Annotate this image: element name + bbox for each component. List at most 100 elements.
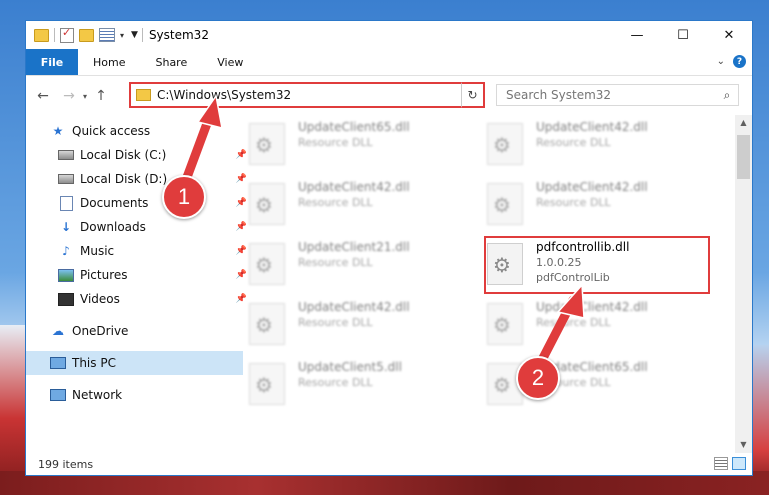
sidebar-item-downloads[interactable]: ↓ Downloads 📌 xyxy=(26,215,251,239)
sidebar-item-music[interactable]: ♪ Music 📌 xyxy=(26,239,251,263)
close-button[interactable]: ✕ xyxy=(706,21,752,49)
sidebar-item-label: Local Disk (C:) xyxy=(80,148,167,162)
ribbon-right: ⌄ ? xyxy=(717,55,746,68)
details-view-icon[interactable] xyxy=(714,457,728,470)
file-list: UpdateClient65.dll Resource DLL UpdateCli… xyxy=(219,115,752,453)
cloud-icon: ☁ xyxy=(52,324,64,338)
expand-ribbon-icon[interactable]: ⌄ xyxy=(717,56,725,67)
address-bar[interactable]: C:\Windows\System32 ⌄ xyxy=(129,82,484,108)
tab-home[interactable]: Home xyxy=(78,49,140,75)
tab-file[interactable]: File xyxy=(26,49,78,75)
tab-view[interactable]: View xyxy=(202,49,258,75)
callout-badge-2: 2 xyxy=(516,356,560,400)
chevron-down-icon[interactable]: ▾ xyxy=(120,31,124,40)
disk-icon xyxy=(58,172,74,186)
folder-icon xyxy=(136,89,151,101)
scroll-down-icon[interactable]: ▼ xyxy=(735,437,752,453)
recent-locations-icon[interactable]: ▾ xyxy=(78,92,92,101)
sidebar-item-this-pc[interactable]: This PC xyxy=(26,351,243,375)
file-name: UpdateClient42.dll xyxy=(298,180,410,194)
sidebar-item-videos[interactable]: Videos 📌 xyxy=(26,287,251,311)
up-button[interactable]: ↑ xyxy=(92,88,110,104)
tiles-view-icon[interactable] xyxy=(732,457,746,470)
file-item[interactable]: UpdateClient42.dll Resource DLL xyxy=(249,299,449,351)
dll-file-icon xyxy=(249,183,285,225)
address-path[interactable]: C:\Windows\System32 xyxy=(157,88,464,102)
file-item[interactable]: UpdateClient42.dll Resource DLL xyxy=(249,179,449,231)
file-description: Resource DLL xyxy=(536,196,611,209)
dll-file-icon xyxy=(487,303,523,345)
ribbon-tabs: File Home Share View ⌄ ? xyxy=(26,49,752,76)
sidebar-item-local-disk-c[interactable]: Local Disk (C:) 📌 xyxy=(26,143,251,167)
help-icon[interactable]: ? xyxy=(733,55,746,68)
address-row: ← → ▾ ↑ C:\Windows\System32 ⌄ ↻ ⌕ xyxy=(26,76,752,116)
forward-button[interactable]: → xyxy=(60,88,78,104)
scroll-up-icon[interactable]: ▲ xyxy=(735,115,752,131)
file-item[interactable]: UpdateClient42.dll Resource DLL xyxy=(487,179,687,231)
search-box[interactable]: ⌕ xyxy=(496,84,739,106)
quick-access-toolbar: ▾ ▼ xyxy=(26,26,138,43)
sidebar-item-label: Downloads xyxy=(80,220,146,234)
dll-file-icon xyxy=(249,363,285,405)
dll-file-icon xyxy=(487,183,523,225)
sidebar-item-quick-access[interactable]: ★ Quick access xyxy=(26,119,243,143)
properties-icon[interactable] xyxy=(99,28,115,42)
pc-icon xyxy=(50,356,66,370)
file-item[interactable]: UpdateClient65.dll Resource DLL xyxy=(249,119,449,171)
file-name: UpdateClient42.dll xyxy=(536,120,648,134)
content-area: ★ Quick access Local Disk (C:) 📌 Local D… xyxy=(26,115,752,453)
vertical-scrollbar[interactable]: ▲ ▼ xyxy=(735,115,752,453)
properties-check-icon[interactable] xyxy=(60,26,74,43)
window-title: System32 xyxy=(148,28,209,42)
refresh-button[interactable]: ↻ xyxy=(461,82,485,108)
file-description: Resource DLL xyxy=(536,316,611,329)
folder-icon[interactable] xyxy=(34,28,49,42)
sidebar-item-label: Documents xyxy=(80,196,149,210)
sidebar-item-label: OneDrive xyxy=(72,324,129,338)
window-controls: — ☐ ✕ xyxy=(614,21,752,49)
file-highlight-box xyxy=(484,236,710,294)
tab-share[interactable]: Share xyxy=(140,49,202,75)
callout-badge-1: 1 xyxy=(162,175,206,219)
file-item[interactable]: UpdateClient42.dll Resource DLL xyxy=(487,119,687,171)
navigation-pane: ★ Quick access Local Disk (C:) 📌 Local D… xyxy=(26,115,247,453)
scrollbar-thumb[interactable] xyxy=(737,135,750,179)
file-description: Resource DLL xyxy=(298,256,373,269)
documents-icon xyxy=(58,195,74,211)
file-item[interactable]: UpdateClient42.dll Resource DLL xyxy=(487,299,687,351)
search-input[interactable] xyxy=(506,88,716,102)
sidebar-item-label: Videos xyxy=(80,292,120,306)
downloads-icon: ↓ xyxy=(60,220,72,234)
sidebar-item-onedrive[interactable]: ☁ OneDrive xyxy=(26,319,243,343)
status-bar: 199 items xyxy=(26,453,752,475)
dll-file-icon xyxy=(249,303,285,345)
sidebar-item-documents[interactable]: Documents 📌 xyxy=(26,191,251,215)
minimize-button[interactable]: — xyxy=(614,21,660,49)
back-button[interactable]: ← xyxy=(34,88,52,104)
disk-icon xyxy=(58,148,74,162)
file-description: Resource DLL xyxy=(536,136,611,149)
search-icon[interactable]: ⌕ xyxy=(716,88,738,103)
file-description: Resource DLL xyxy=(298,316,373,329)
file-name: UpdateClient65.dll xyxy=(298,120,410,134)
file-description: Resource DLL xyxy=(298,376,373,389)
title-bar: ▾ ▼ System32 — ☐ ✕ xyxy=(26,21,752,49)
sidebar-item-label: Local Disk (D:) xyxy=(80,172,168,186)
file-item[interactable]: UpdateClient21.dll Resource DLL xyxy=(249,239,449,291)
sidebar-item-network[interactable]: Network xyxy=(26,383,243,407)
file-name: UpdateClient5.dll xyxy=(298,360,402,374)
dll-file-icon xyxy=(249,243,285,285)
star-icon: ★ xyxy=(52,124,64,138)
dll-file-icon xyxy=(487,123,523,165)
new-folder-icon[interactable] xyxy=(79,28,94,42)
divider xyxy=(54,28,55,42)
sidebar-item-pictures[interactable]: Pictures 📌 xyxy=(26,263,251,287)
customize-toolbar-icon[interactable]: ▼ xyxy=(131,30,138,40)
pictures-icon xyxy=(58,268,74,282)
file-description: Resource DLL xyxy=(298,136,373,149)
file-name: UpdateClient42.dll xyxy=(536,180,648,194)
file-item[interactable]: UpdateClient5.dll Resource DLL xyxy=(249,359,449,411)
maximize-button[interactable]: ☐ xyxy=(660,21,706,49)
sidebar-item-local-disk-d[interactable]: Local Disk (D:) 📌 xyxy=(26,167,251,191)
file-name: UpdateClient42.dll xyxy=(536,300,648,314)
